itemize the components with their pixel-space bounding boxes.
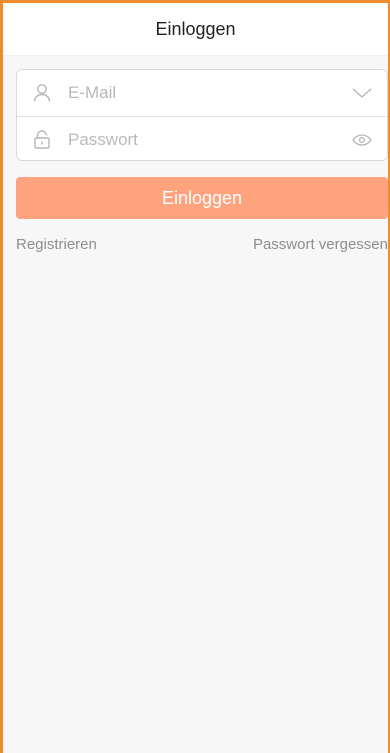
header-bar: Einloggen: [3, 3, 388, 56]
login-form: [16, 69, 388, 161]
register-link[interactable]: Registrieren: [16, 236, 97, 253]
password-field[interactable]: [66, 119, 351, 161]
auth-links: Registrieren Passwort vergessen: [16, 236, 388, 253]
eye-icon[interactable]: [351, 129, 373, 151]
login-button[interactable]: Einloggen: [16, 177, 388, 219]
user-icon: [32, 83, 52, 103]
chevron-down-icon[interactable]: [351, 82, 373, 104]
password-row: [17, 116, 387, 163]
email-row: [17, 70, 387, 116]
lock-icon: [32, 130, 52, 150]
page-title: Einloggen: [155, 18, 236, 39]
email-field[interactable]: [66, 72, 351, 114]
forgot-password-link[interactable]: Passwort vergessen: [253, 236, 388, 253]
app-frame: Einloggen E-Mail Einloggen Registrieren …: [0, 0, 390, 753]
